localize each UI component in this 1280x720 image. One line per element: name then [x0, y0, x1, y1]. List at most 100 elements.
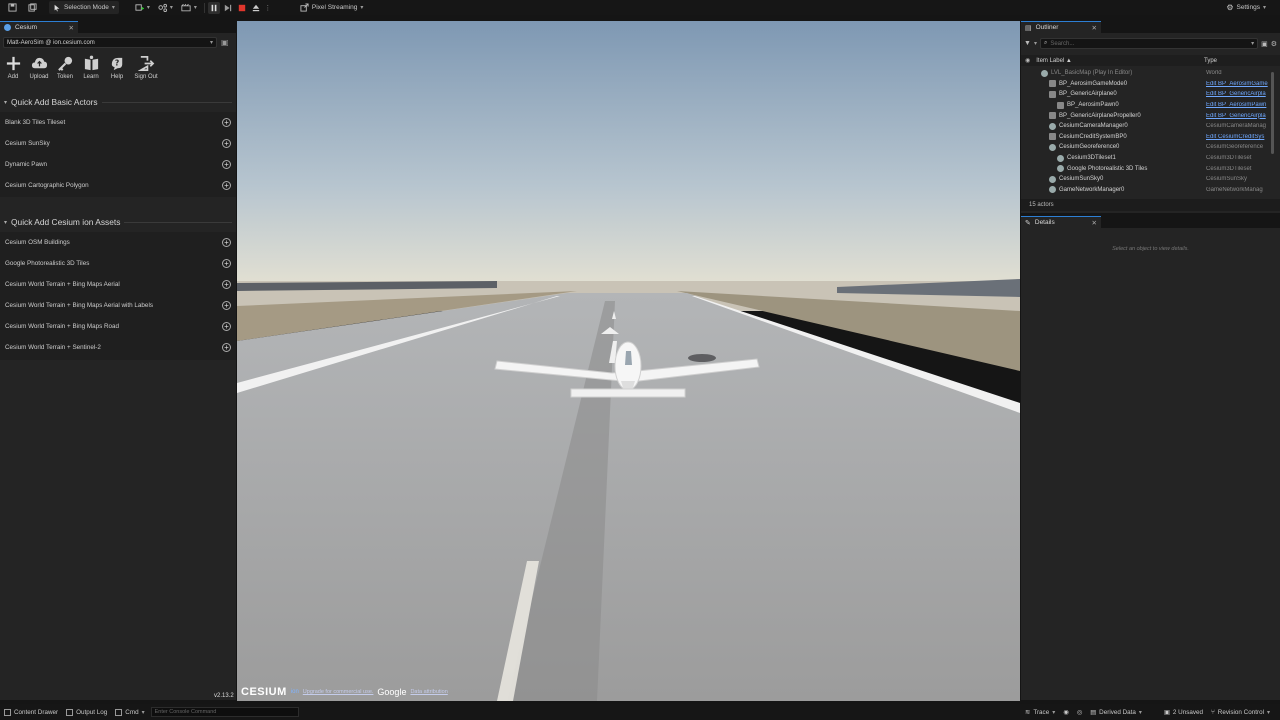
output-log-button[interactable]: Output Log — [62, 708, 111, 716]
close-icon[interactable]: ✕ — [1092, 219, 1097, 227]
outliner-row[interactable]: CesiumGeoreference0 CesiumGeoreference — [1021, 142, 1280, 153]
blueprint-button[interactable]: ▾ — [154, 1, 177, 14]
type-column[interactable]: Type — [1204, 58, 1217, 64]
outliner-row[interactable]: BP_GenericAirplane0 Edit BP_GenericAirpla — [1021, 89, 1280, 100]
actor-icon — [1049, 133, 1056, 141]
selection-mode-button[interactable]: Selection Mode ▾ — [49, 1, 119, 14]
outliner-item-name: BP_AerosimGameMode0 — [1059, 80, 1128, 87]
derived-data-button[interactable]: ▤ Derived Data ▾ — [1086, 709, 1146, 716]
data-attribution-link[interactable]: Data attribution — [410, 689, 447, 695]
outliner-search-input[interactable]: ⌕ Search... ▾ — [1039, 38, 1259, 49]
list-item[interactable]: Cesium World Terrain + Bing Maps Aerial + — [0, 274, 236, 295]
close-icon[interactable]: ✕ — [69, 24, 74, 32]
upgrade-link[interactable]: Upgrade for commercial use. — [303, 689, 374, 695]
actor-icon — [1049, 90, 1056, 98]
actor-label: Dynamic Pawn — [5, 161, 47, 168]
trace-button[interactable]: ≋ Trace ▾ — [1021, 709, 1059, 716]
outliner-row[interactable]: BP_GenericAirplanePropeller0 Edit BP_Gene… — [1021, 110, 1280, 121]
console-input[interactable]: Enter Console Command — [150, 707, 299, 717]
add-circle-icon[interactable]: + — [222, 160, 231, 169]
add-circle-icon[interactable]: + — [222, 118, 231, 127]
add-circle-icon[interactable]: + — [222, 343, 231, 352]
list-item[interactable]: Cesium World Terrain + Bing Maps Aerial … — [0, 295, 236, 316]
quick-add-ion-header[interactable]: ▾ Quick Add Cesium ion Assets — [4, 216, 232, 228]
outliner-row[interactable]: BP_AerosimGameMode0 Edit BP_AerosimGame — [1021, 79, 1280, 90]
learn-button[interactable]: Learn — [81, 55, 101, 80]
outliner-row[interactable]: BP_AerosimPawn0 Edit BP_AerosimPawn — [1021, 100, 1280, 111]
revision-control-icon: ⑂ — [1211, 708, 1215, 716]
add-actor-button[interactable]: ▾ — [131, 1, 154, 14]
list-item[interactable]: Cesium World Terrain + Bing Maps Road + — [0, 316, 236, 337]
edit-blueprint-link[interactable]: Edit BP_AerosimPawn — [1206, 102, 1270, 108]
list-item[interactable]: Blank 3D Tiles Tileset + — [0, 112, 236, 133]
cmd-dropdown[interactable]: Cmd ▾ — [111, 708, 148, 716]
outliner-row[interactable]: GameNetworkManager0 GameNetworkManag — [1021, 185, 1280, 196]
clapper-icon — [181, 3, 191, 12]
new-folder-icon[interactable]: ▣ — [1261, 40, 1268, 48]
tab-cesium[interactable]: Cesium ✕ — [0, 21, 78, 33]
account-dropdown[interactable]: Matt-AeroSim @ ion.cesium.com ▾ — [3, 37, 217, 48]
list-item[interactable]: Cesium World Terrain + Sentinel-2 + — [0, 337, 236, 358]
add-circle-icon[interactable]: + — [222, 322, 231, 331]
edit-blueprint-link[interactable]: Edit BP_AerosimGame — [1206, 81, 1270, 87]
pause-icon[interactable] — [207, 1, 220, 14]
camera-icon[interactable]: ◎ — [1073, 709, 1087, 716]
outliner-row[interactable]: Cesium3DTileset1 Cesium3DTileset — [1021, 153, 1280, 164]
chevron-down-icon[interactable]: ▾ — [1034, 40, 1037, 47]
add-button[interactable]: Add — [3, 55, 23, 80]
token-button[interactable]: Token — [55, 55, 75, 80]
add-circle-icon[interactable]: + — [222, 301, 231, 310]
outliner-row[interactable]: CesiumSunSky0 CesiumSunSky — [1021, 174, 1280, 185]
quick-add-basic-header[interactable]: ▾ Quick Add Basic Actors — [4, 96, 232, 108]
more-options-icon[interactable]: ⋮ — [262, 2, 274, 14]
edit-blueprint-link[interactable]: Edit BP_GenericAirpla — [1206, 91, 1270, 97]
pixel-streaming-button[interactable]: Pixel Streaming ▾ — [296, 1, 368, 14]
list-item[interactable]: Cesium SunSky + — [0, 133, 236, 154]
content-browser-icon[interactable] — [26, 2, 38, 14]
gear-icon[interactable]: ⚙ — [1271, 40, 1277, 48]
outliner-item-name: CesiumCameraManager0 — [1059, 123, 1128, 130]
level-viewport[interactable]: CESIUM ion Upgrade for commercial use. G… — [237, 21, 1020, 701]
upload-button[interactable]: Upload — [29, 55, 49, 80]
add-circle-icon[interactable]: + — [222, 181, 231, 190]
add-circle-icon[interactable]: + — [222, 259, 231, 268]
asset-label: Cesium World Terrain + Bing Maps Aerial … — [5, 302, 153, 309]
outliner-row[interactable]: Google Photorealistic 3D Tiles Cesium3DTi… — [1021, 163, 1280, 174]
visibility-eye-icon[interactable]: ◉ — [1025, 57, 1030, 64]
eject-icon[interactable] — [250, 2, 262, 14]
tab-outliner[interactable]: ▤ Outliner ✕ — [1021, 21, 1101, 33]
add-circle-icon[interactable]: + — [222, 238, 231, 247]
settings-button[interactable]: ⚙ Settings ▾ — [1222, 1, 1270, 14]
save-icon[interactable] — [6, 2, 18, 14]
close-icon[interactable]: ✕ — [1092, 24, 1097, 32]
help-button[interactable]: ? Help — [107, 55, 127, 80]
asset-label: Cesium World Terrain + Bing Maps Road — [5, 323, 120, 330]
list-item[interactable]: Google Photorealistic 3D Tiles + — [0, 253, 236, 274]
asset-label: Google Photorealistic 3D Tiles — [5, 260, 90, 267]
revision-control-button[interactable]: ⑂ Revision Control ▾ — [1207, 709, 1274, 716]
content-drawer-button[interactable]: Content Drawer — [0, 708, 62, 716]
cinematics-button[interactable]: ▾ — [177, 1, 201, 14]
sign-out-button[interactable]: Sign Out — [133, 55, 159, 80]
outliner-item-name: BP_GenericAirplane0 — [1059, 91, 1117, 98]
details-icon: ✎ — [1025, 219, 1031, 227]
list-item[interactable]: Cesium OSM Buildings + — [0, 232, 236, 253]
edit-blueprint-link[interactable]: Edit BP_GenericAirpla — [1206, 113, 1270, 119]
folder-icon[interactable]: ▣ — [221, 38, 231, 48]
list-item[interactable]: Cesium Cartographic Polygon + — [0, 175, 236, 196]
item-label-column[interactable]: Item Label ▲ — [1036, 58, 1072, 64]
outliner-row[interactable]: CesiumCameraManager0 CesiumCameraManag — [1021, 121, 1280, 132]
outliner-scrollbar[interactable] — [1271, 72, 1274, 154]
stop-icon[interactable] — [236, 2, 248, 14]
add-circle-icon[interactable]: + — [222, 280, 231, 289]
unsaved-button[interactable]: ▣ 2 Unsaved — [1160, 709, 1207, 716]
filter-icon[interactable]: ▼ — [1024, 40, 1031, 47]
edit-blueprint-link[interactable]: Edit CesiumCreditSys — [1206, 134, 1270, 140]
step-frame-icon[interactable] — [222, 2, 234, 14]
add-circle-icon[interactable]: + — [222, 139, 231, 148]
outliner-row[interactable]: CesiumCreditSystemBP0 Edit CesiumCreditSy… — [1021, 132, 1280, 143]
outliner-row[interactable]: LVL_BasicMap (Play In Editor) World — [1021, 68, 1280, 79]
tab-details[interactable]: ✎ Details ✕ — [1021, 216, 1101, 228]
list-item[interactable]: Dynamic Pawn + — [0, 154, 236, 175]
record-icon[interactable]: ◉ — [1059, 709, 1073, 716]
